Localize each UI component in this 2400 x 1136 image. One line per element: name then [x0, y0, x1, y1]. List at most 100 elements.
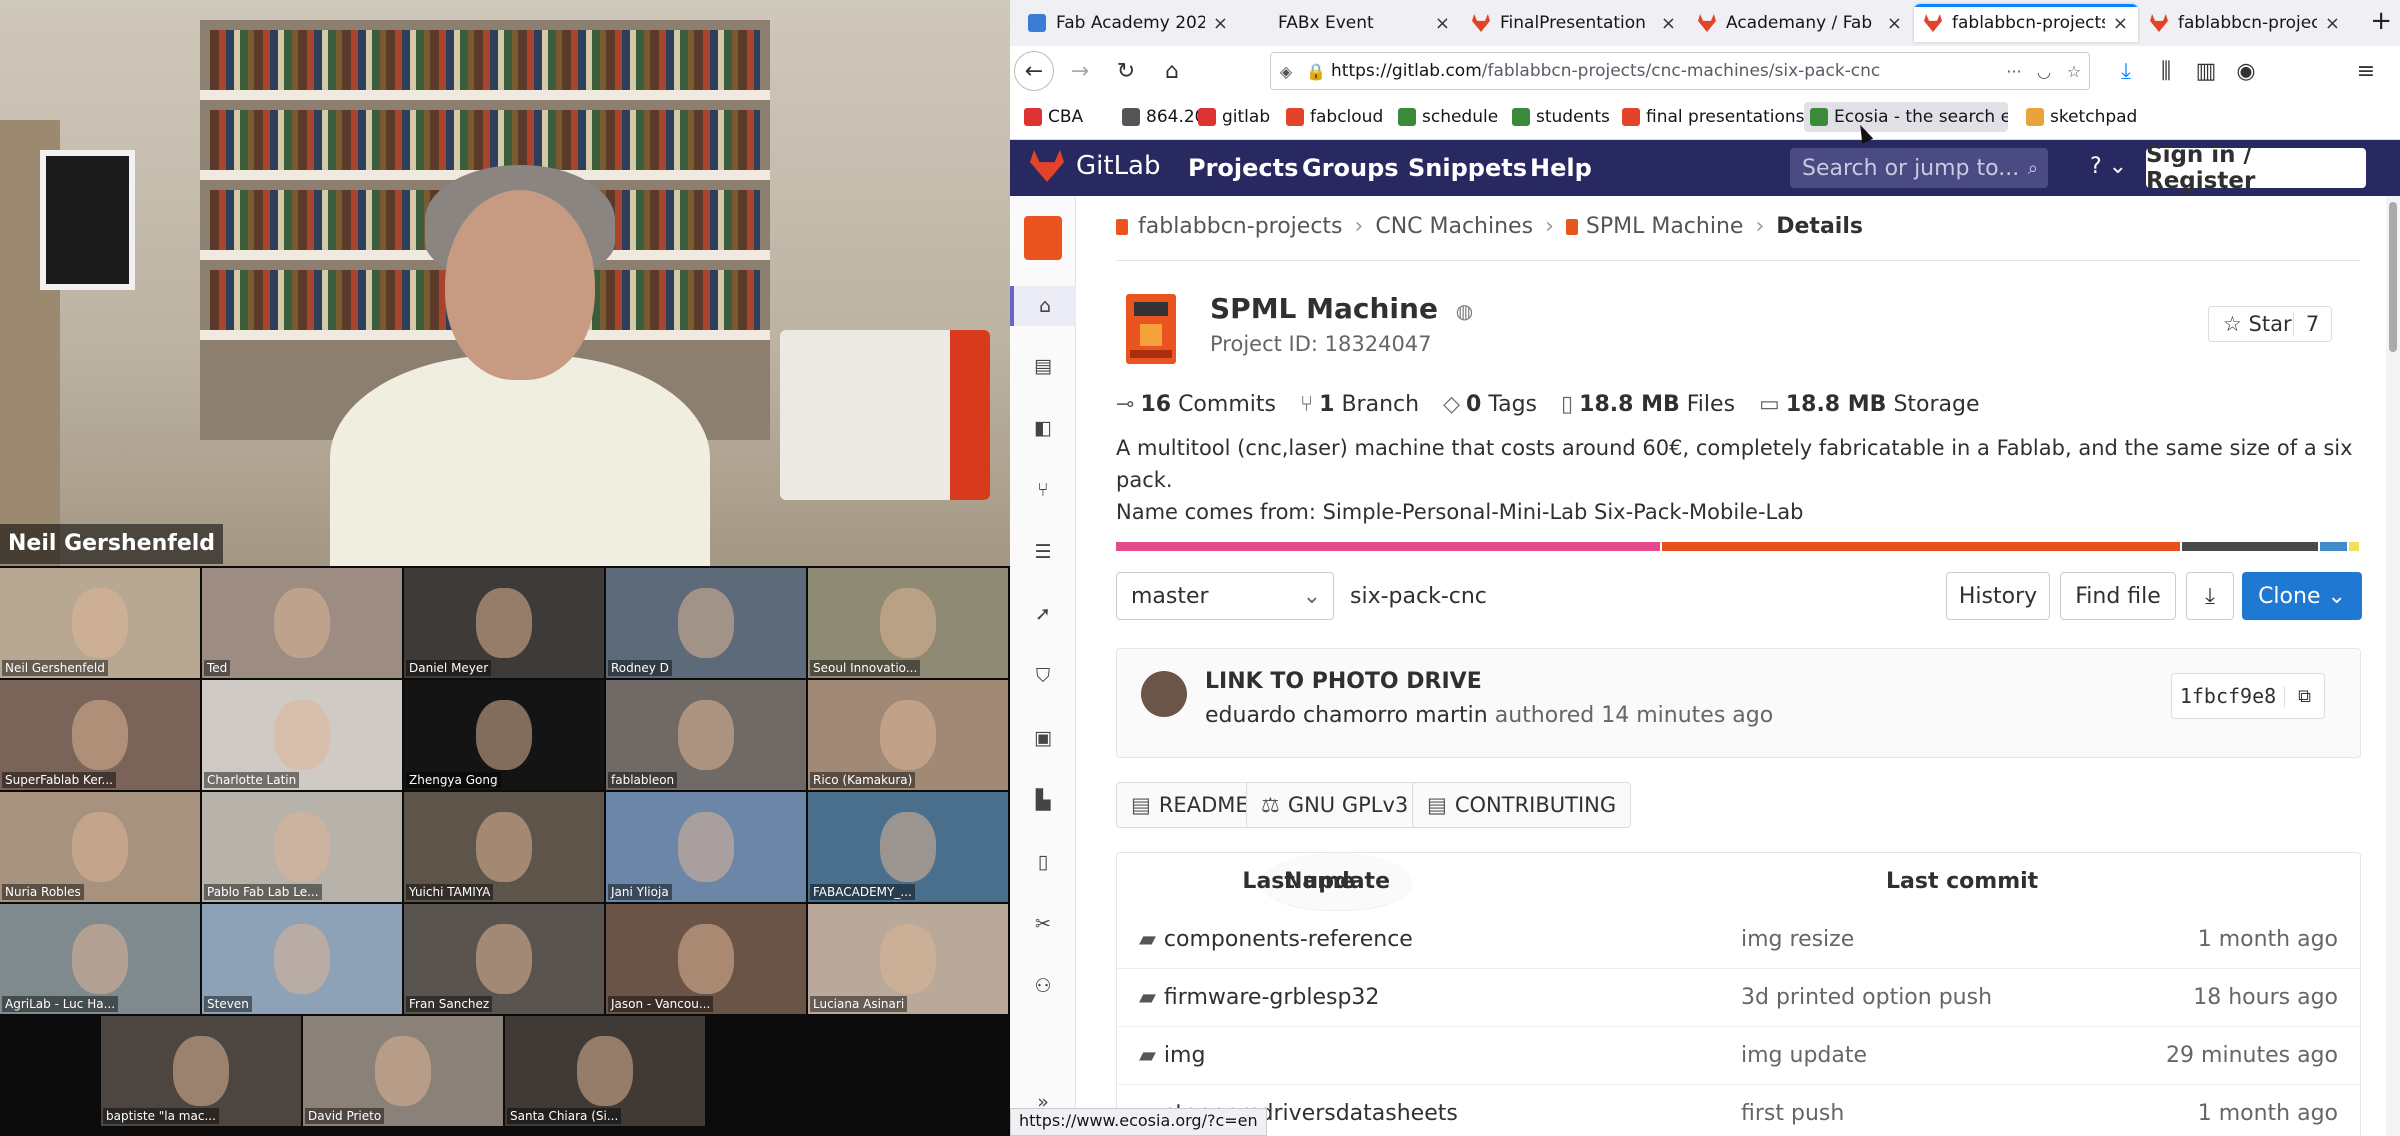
menu-icon[interactable]: ≡ [2346, 51, 2386, 91]
stat-files[interactable]: ▯ 18.8 MB Files [1561, 392, 1735, 417]
url-text[interactable]: https://gitlab.com/fablabbcn-projects/cn… [1331, 61, 1999, 81]
readme-button[interactable]: ▤ README [1116, 782, 1264, 828]
participant-tile[interactable]: David Prieto [303, 1016, 503, 1126]
participant-tile[interactable]: Seoul Innovatio... [808, 568, 1008, 678]
language-segment[interactable] [2348, 542, 2360, 551]
breadcrumb-project[interactable]: SPML Machine [1586, 214, 1744, 239]
bookmark-item[interactable]: final presentations [1622, 102, 1805, 132]
star-count[interactable]: 7 [2293, 312, 2331, 336]
packages-icon[interactable]: ▣ [1010, 718, 1076, 758]
close-tab-icon[interactable]: × [1213, 13, 1228, 34]
participant-tile[interactable]: Rodney D [606, 568, 806, 678]
bookmark-item[interactable]: CBA [1024, 102, 1083, 132]
commit-sha-text[interactable]: 1fbcf9e8 [2172, 684, 2284, 708]
bookmark-star-icon[interactable]: ☆ [2059, 62, 2089, 81]
gitlab-search-input[interactable]: Search or jump to... ⌕ [1790, 148, 2048, 188]
new-tab-button[interactable]: + [2370, 6, 2392, 36]
participant-tile[interactable]: Yuichi TAMIYA [404, 792, 604, 902]
account-icon[interactable]: ◉ [2226, 51, 2266, 91]
participant-tile[interactable]: Jani Ylioja [606, 792, 806, 902]
browser-tab[interactable]: FinalPresentation × [1462, 4, 1686, 42]
commit-author-avatar[interactable] [1141, 671, 1187, 717]
url-bar[interactable]: ◈ 🔒 https://gitlab.com/fablabbcn-project… [1270, 52, 2090, 90]
back-arrow-icon[interactable]: ← [1014, 51, 1054, 91]
close-tab-icon[interactable]: × [1435, 13, 1450, 34]
reload-icon[interactable]: ↻ [1106, 51, 1146, 91]
page-scrollbar[interactable] [2386, 196, 2400, 1136]
stat-branches[interactable]: ⑂ 1 Branch [1300, 392, 1419, 417]
bookmark-item[interactable]: students [1512, 102, 1610, 132]
repository-languages-bar[interactable] [1116, 542, 2361, 551]
nav-help[interactable]: Help [1530, 154, 1592, 182]
help-dropdown-icon[interactable]: ? ⌄ [2090, 154, 2127, 179]
nav-groups[interactable]: Groups [1302, 154, 1399, 182]
nav-snippets[interactable]: Snippets [1408, 154, 1527, 182]
browser-tab[interactable]: fablabbcn-projects × [1914, 4, 2138, 42]
contributing-button[interactable]: ▤ CONTRIBUTING [1412, 782, 1632, 828]
bookmark-item[interactable]: 864.20 [1122, 102, 1205, 132]
participant-tile[interactable]: Santa Chiara (Si... [505, 1016, 705, 1126]
stat-commits[interactable]: ⊸ 16 Commits [1116, 392, 1276, 417]
breadcrumb-group[interactable]: fablabbcn-projects [1138, 214, 1343, 239]
close-tab-icon[interactable]: × [2113, 13, 2128, 34]
browser-tab[interactable]: Academany / Fab × [1688, 4, 1912, 42]
home-icon[interactable]: ⌂ [1152, 51, 1192, 91]
language-segment[interactable] [2320, 542, 2347, 551]
members-icon[interactable]: ⚇ [1010, 966, 1076, 1006]
nav-projects[interactable]: Projects [1188, 154, 1298, 182]
row-commit[interactable]: img resize [1741, 927, 1854, 952]
lock-icon[interactable]: 🔒 [1301, 62, 1331, 81]
row-commit[interactable]: 3d printed option push [1741, 985, 1992, 1010]
row-commit[interactable]: img update [1741, 1043, 1867, 1068]
project-sidebar-avatar[interactable] [1024, 216, 1062, 260]
browser-tab[interactable]: Fab Academy 202 × [1018, 4, 1238, 42]
download-dropdown-button[interactable]: ⤓ [2186, 572, 2234, 620]
star-button[interactable]: ☆ Star 7 [2208, 306, 2332, 342]
shield-icon[interactable]: ◈ [1271, 62, 1301, 81]
gitlab-logo[interactable]: GitLab [1030, 150, 1161, 182]
table-row[interactable]: ▰ img img update 29 minutes ago [1117, 1027, 2360, 1085]
find-file-button[interactable]: Find file [2060, 572, 2176, 620]
sidebar-toggle-icon[interactable]: ▥ [2186, 51, 2226, 91]
table-row[interactable]: ▰ firmware-grblesp32 3d printed option pu… [1117, 969, 2360, 1027]
wiki-icon[interactable]: ▯ [1010, 842, 1076, 882]
participant-tile[interactable]: FABACADEMY_... [808, 792, 1008, 902]
participant-tile[interactable]: Fran Sanchez [404, 904, 604, 1014]
file-name[interactable]: img [1164, 1043, 1206, 1068]
analytics-icon[interactable]: ▙ [1010, 780, 1076, 820]
table-row[interactable]: ▰steppersdriversdatasheets first push 1 … [1117, 1085, 2360, 1136]
browser-tab[interactable]: fablabbcn-projects × [2140, 4, 2350, 42]
participant-tile[interactable]: Ted [202, 568, 402, 678]
bookmark-item[interactable]: schedule [1398, 102, 1498, 132]
ci-cd-rocket-icon[interactable]: ➚ [1010, 594, 1076, 634]
issues-icon[interactable]: ◧ [1010, 408, 1076, 448]
active-speaker-video[interactable]: Neil Gershenfeld [0, 0, 1010, 566]
history-button[interactable]: History [1946, 572, 2050, 620]
breadcrumb-subgroup[interactable]: CNC Machines [1375, 214, 1533, 239]
bookmark-item[interactable]: fabcloud [1286, 102, 1383, 132]
participant-tile[interactable]: Zhengya Gong [404, 680, 604, 790]
browser-tab[interactable]: FABx Event × [1240, 4, 1460, 42]
branch-selector[interactable]: master ⌄ [1116, 572, 1334, 620]
merge-requests-icon[interactable]: ⑂ [1010, 470, 1076, 510]
participant-tile[interactable]: Nuria Robles [0, 792, 200, 902]
security-shield-icon[interactable]: ⛉ [1010, 656, 1076, 696]
download-icon[interactable]: ⤓ [2106, 51, 2146, 91]
participant-tile[interactable]: Luciana Asinari [808, 904, 1008, 1014]
library-icon[interactable]: ⫼ [2146, 51, 2186, 91]
file-name[interactable]: components-reference [1164, 927, 1413, 952]
file-name[interactable]: firmware-grblesp32 [1164, 985, 1380, 1010]
row-commit[interactable]: first push [1741, 1101, 1844, 1126]
participant-tile[interactable]: AgriLab - Luc Ha... [0, 904, 200, 1014]
participant-tile[interactable]: Rico (Kamakura) [808, 680, 1008, 790]
repository-path[interactable]: six-pack-cnc [1350, 584, 1487, 609]
participant-tile[interactable]: Neil Gershenfeld [0, 568, 200, 678]
participant-tile[interactable]: Jason - Vancou... [606, 904, 806, 1014]
participant-tile[interactable]: baptiste "la mac... [101, 1016, 301, 1126]
table-row[interactable]: ▰ components-reference img resize 1 month… [1117, 911, 2360, 969]
bookmark-item[interactable]: gitlab [1198, 102, 1270, 132]
commit-title[interactable]: LINK TO PHOTO DRIVE [1205, 669, 1482, 694]
clone-button[interactable]: Clone ⌄ [2242, 572, 2362, 620]
commit-author[interactable]: eduardo chamorro martin [1205, 703, 1488, 728]
page-actions-icon[interactable]: ··· [1999, 62, 2029, 81]
